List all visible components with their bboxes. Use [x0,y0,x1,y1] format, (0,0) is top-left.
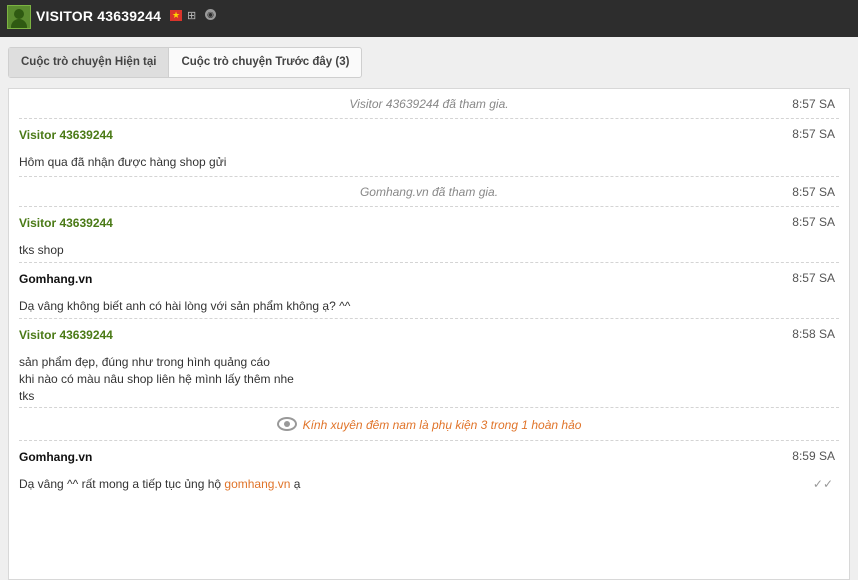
top-bar: VISITOR 43639244 ★ ⊞ ◉ [0,0,858,37]
visitor-title: VISITOR 43639244 [36,8,162,24]
conversation-tabs: Cuộc trò chuyện Hiện tại Cuộc trò chuyện… [8,47,363,78]
message-time: 8:57 SA [792,185,835,199]
system-message: Visitor 43639244 đã tham gia. 8:57 SA [19,89,839,119]
message-text: Dạ vâng không biết anh có hài lòng với s… [19,298,350,315]
sender-name: Gomhang.vn [19,450,93,464]
eye-icon [276,417,297,431]
windows-icon: ⊞ [187,10,197,22]
message-text-part: Dạ vâng ^^ rất mong a tiếp tục ủng hộ [19,477,225,491]
chat-message: Gomhang.vn 8:57 SA Dạ vâng không biết an… [19,263,839,319]
message-time: 8:59 SA [792,449,835,463]
message-line: tks shop [19,243,64,257]
chat-message: Visitor 43639244 8:57 SA tks shop [19,207,839,263]
website-link[interactable]: gomhang.vn [224,477,290,491]
tab-previous-conversations[interactable]: Cuộc trò chuyện Trước đây (3) [169,48,361,77]
message-time: 8:57 SA [792,97,835,111]
flag-icon: ★ [170,10,182,21]
message-line: sản phẩm đẹp, đúng như trong hình quảng … [19,355,270,369]
sender-name: Gomhang.vn [19,272,93,286]
double-check-icon: ✓✓ [812,477,833,491]
sender-name: Visitor 43639244 [19,328,113,342]
message-line: tks [19,389,35,403]
chat-message: Visitor 43639244 8:58 SA sản phẩm đẹp, đ… [19,319,839,408]
browser-icon: ◉ [205,9,216,20]
message-text-part: ạ [290,477,301,491]
message-line: khi nào có màu nâu shop liên hệ mình lấy… [19,372,294,386]
avatar-icon [7,5,31,29]
chat-message: Gomhang.vn 8:59 SA Dạ vâng ^^ rất mong a… [19,441,839,497]
system-message: Gomhang.vn đã tham gia. 8:57 SA [19,177,839,207]
message-time: 8:57 SA [792,215,835,229]
sender-name: Visitor 43639244 [19,128,113,142]
message-text: tks shop [19,242,64,259]
message-text: sản phẩm đẹp, đúng như trong hình quảng … [19,354,294,405]
sender-name: Visitor 43639244 [19,216,113,230]
message-text: Hôm qua đã nhận được hàng shop gửi [19,154,226,171]
message-line: Dạ vâng không biết anh có hài lòng với s… [19,299,351,313]
message-text: Dạ vâng ^^ rất mong a tiếp tục ủng hộ go… [19,476,300,493]
tab-current-conversation[interactable]: Cuộc trò chuyện Hiện tại [9,48,170,77]
product-view-event: Kính xuyên đêm nam là phụ kiện 3 trong 1… [19,408,839,441]
message-time: 8:58 SA [792,327,835,341]
message-time: 8:57 SA [792,127,835,141]
product-link[interactable]: Kính xuyên đêm nam là phụ kiện 3 trong 1… [303,418,582,432]
message-line: Hôm qua đã nhận được hàng shop gửi [19,155,227,169]
chat-message: Visitor 43639244 8:57 SA Hôm qua đã nhận… [19,119,839,177]
system-message-text: Visitor 43639244 đã tham gia. [349,97,509,111]
chat-transcript: Visitor 43639244 đã tham gia. 8:57 SA Vi… [8,88,850,580]
message-time: 8:57 SA [792,271,835,285]
system-message-text: Gomhang.vn đã tham gia. [359,185,499,199]
